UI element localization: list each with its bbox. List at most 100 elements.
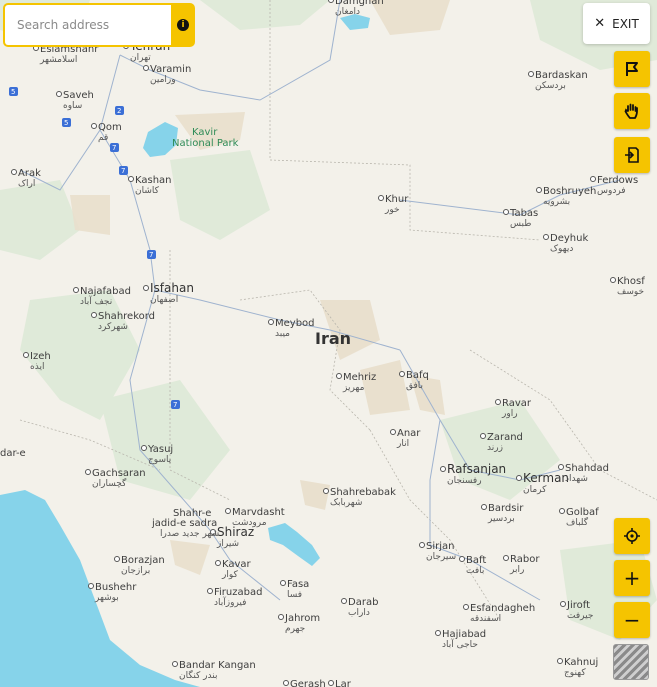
place-label: Sirjan	[426, 541, 454, 552]
place-label: Boshruyeh	[543, 186, 596, 197]
close-icon: ✕	[594, 16, 606, 31]
place-dot	[11, 169, 17, 175]
place-dot	[328, 0, 334, 3]
place-label-fa: شهرکرد	[98, 322, 128, 332]
export-button[interactable]	[614, 137, 650, 173]
svg-text:7: 7	[149, 251, 153, 259]
place-label-fa: رفسنجان	[447, 476, 482, 486]
place-dot	[280, 580, 286, 586]
place-label-fa: شیراز	[216, 539, 239, 549]
place-dot	[114, 556, 120, 562]
place-label-fa: اسلامشهر	[39, 55, 77, 65]
place-label: Kahnuj	[564, 657, 598, 668]
road-shield: 7	[171, 400, 180, 409]
locate-button[interactable]	[614, 518, 650, 554]
exit-label: EXIT	[612, 16, 639, 31]
place-dot	[463, 604, 469, 610]
place-dot	[323, 488, 329, 494]
place-label-fa: شهداد	[565, 474, 588, 484]
place-dot	[543, 234, 549, 240]
place-label: Ferdows	[597, 175, 638, 186]
place-label: Khosf	[617, 276, 645, 287]
place-label: Gerash	[290, 679, 326, 687]
road-shield: 5	[9, 87, 18, 96]
place-label: Rabor	[510, 554, 540, 565]
place-label-fa: داراب	[348, 608, 370, 618]
search-bar: i	[3, 3, 195, 47]
exit-button[interactable]: ✕ EXIT	[583, 3, 650, 44]
place-dot	[503, 209, 509, 215]
place-label: Marvdasht	[232, 507, 285, 518]
place-label: Qom	[98, 122, 122, 133]
place-dot	[481, 504, 487, 510]
road-shield: 7	[110, 143, 119, 152]
place-label-fa: جهرم	[285, 624, 305, 634]
place-dot	[558, 464, 564, 470]
place-label: Zarand	[487, 432, 523, 443]
svg-text:5: 5	[64, 119, 68, 127]
place-label-fa: شهربابک	[330, 498, 362, 508]
place-label-fa: اسفندقه	[470, 614, 501, 624]
place-label-fa: ورامین	[150, 75, 176, 85]
place-label-fa: دیهوک	[550, 243, 573, 254]
place-dot	[399, 371, 405, 377]
place-label: Bafq	[406, 370, 429, 381]
svg-text:7: 7	[173, 401, 177, 409]
place-label: Rafsanjan	[447, 462, 506, 476]
place-label: Bardsir	[488, 503, 524, 514]
place-label: Shahrekord	[98, 311, 155, 322]
svg-text:7: 7	[121, 167, 125, 175]
place-label-fa: برازجان	[121, 566, 150, 576]
place-label-fa: دامغان	[335, 7, 360, 17]
place-label-fa: تهران	[130, 53, 151, 63]
place-label-fa: گچساران	[92, 477, 127, 489]
place-dot	[268, 319, 274, 325]
place-label-fa: بندر کنگان	[179, 669, 217, 681]
place-dot	[557, 658, 563, 664]
place-label-fa: بشرویه	[543, 197, 570, 207]
place-dot	[560, 601, 566, 607]
place-label: Damghan	[335, 0, 384, 7]
place-dot	[341, 598, 347, 604]
place-label: Ravar	[502, 398, 532, 409]
place-dot	[440, 466, 446, 472]
zoom-out-button[interactable]: −	[614, 602, 650, 638]
search-input[interactable]	[3, 3, 171, 47]
place-dot	[435, 630, 441, 636]
place-label: شهر جدید صدرا	[160, 529, 219, 539]
place-label: Deyhuk	[550, 233, 588, 244]
place-label-fa: فردوس	[597, 186, 626, 196]
place-label-fa: مهریز	[342, 383, 365, 393]
hand-icon	[624, 103, 638, 119]
flag-tool-button[interactable]	[614, 51, 650, 87]
place-label: Firuzabad	[214, 587, 262, 598]
basemap-toggle-button[interactable]	[613, 644, 649, 680]
place-dot	[23, 352, 29, 358]
place-dot	[559, 508, 565, 514]
park-label-2: National Park	[172, 138, 239, 149]
place-dot	[459, 556, 465, 562]
place-dot	[516, 475, 522, 481]
place-dot	[56, 91, 62, 97]
place-label: Yasuj	[147, 444, 173, 455]
place-label-fa: سیرجان	[426, 552, 456, 562]
place-label: Varamin	[150, 64, 191, 75]
place-label: Esfandagheh	[470, 603, 535, 614]
place-dot	[225, 508, 231, 514]
place-label-fa: گلباف	[566, 516, 589, 528]
place-label: Fasa	[287, 579, 309, 590]
place-label-fa: اراک	[18, 178, 35, 189]
place-label: Gachsaran	[92, 468, 146, 479]
place-label-fa: میبد	[275, 329, 290, 339]
place-label: Tabas	[509, 208, 538, 219]
place-dot	[528, 71, 534, 77]
place-label-fa: فیروزآباد	[214, 596, 246, 608]
info-icon: i	[177, 19, 189, 31]
zoom-in-button[interactable]: +	[614, 560, 650, 596]
export-icon	[625, 147, 639, 163]
place-dot	[495, 399, 501, 405]
country-label: Iran	[315, 329, 351, 348]
map-canvas[interactable]: Kavir National Park Iran 2 5 5 7 7 7 7 D…	[0, 0, 657, 687]
info-button[interactable]: i	[171, 3, 195, 47]
pan-tool-button[interactable]	[614, 93, 650, 129]
